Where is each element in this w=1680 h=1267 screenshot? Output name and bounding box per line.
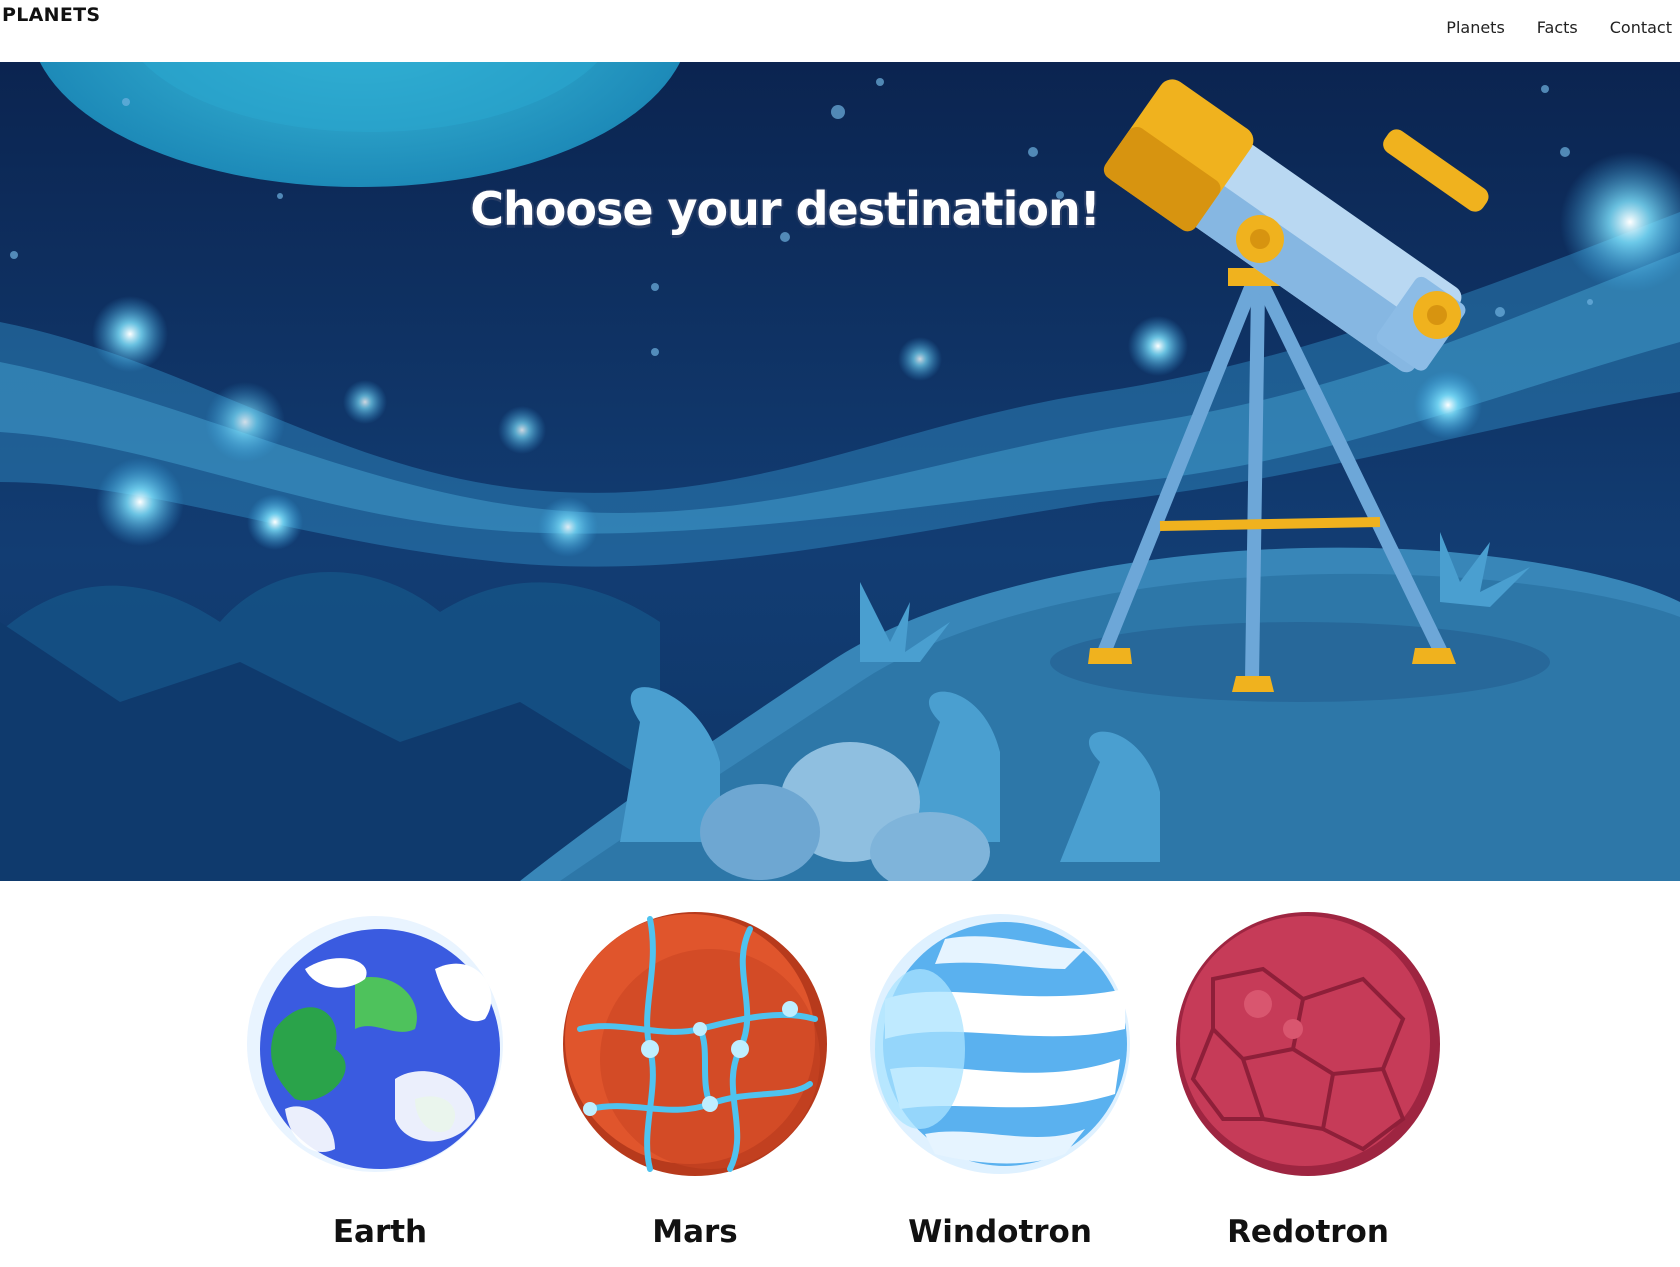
windotron-planet-icon — [870, 914, 1130, 1174]
planet-card-mars[interactable]: Mars — [545, 881, 845, 1267]
site-header: PLANETS Planets Facts Contact — [0, 0, 1680, 62]
planet-card-windotron[interactable]: Windotron — [850, 881, 1150, 1267]
site-logo[interactable]: PLANETS — [2, 4, 100, 26]
nav-link-facts[interactable]: Facts — [1537, 18, 1578, 37]
earth-planet-icon — [247, 916, 503, 1172]
planet-gallery: Earth Mars Windotron Redotron — [0, 881, 1680, 1267]
redotron-planet-icon — [1176, 912, 1440, 1176]
planet-name: Windotron — [908, 1214, 1092, 1250]
mars-planet-icon — [563, 912, 827, 1176]
hero-title: Choose your destination! — [470, 182, 1100, 236]
planet-card-earth[interactable]: Earth — [230, 881, 530, 1267]
nav-link-contact[interactable]: Contact — [1610, 18, 1672, 37]
hero-banner: Choose your destination! — [0, 62, 1680, 881]
planet-name: Earth — [332, 1214, 428, 1250]
planet-card-redotron[interactable]: Redotron — [1158, 881, 1458, 1267]
planet-name: Redotron — [1227, 1214, 1389, 1250]
nav-link-planets[interactable]: Planets — [1446, 18, 1505, 37]
planet-name: Mars — [652, 1214, 738, 1250]
main-nav: Planets Facts Contact — [1414, 18, 1680, 37]
